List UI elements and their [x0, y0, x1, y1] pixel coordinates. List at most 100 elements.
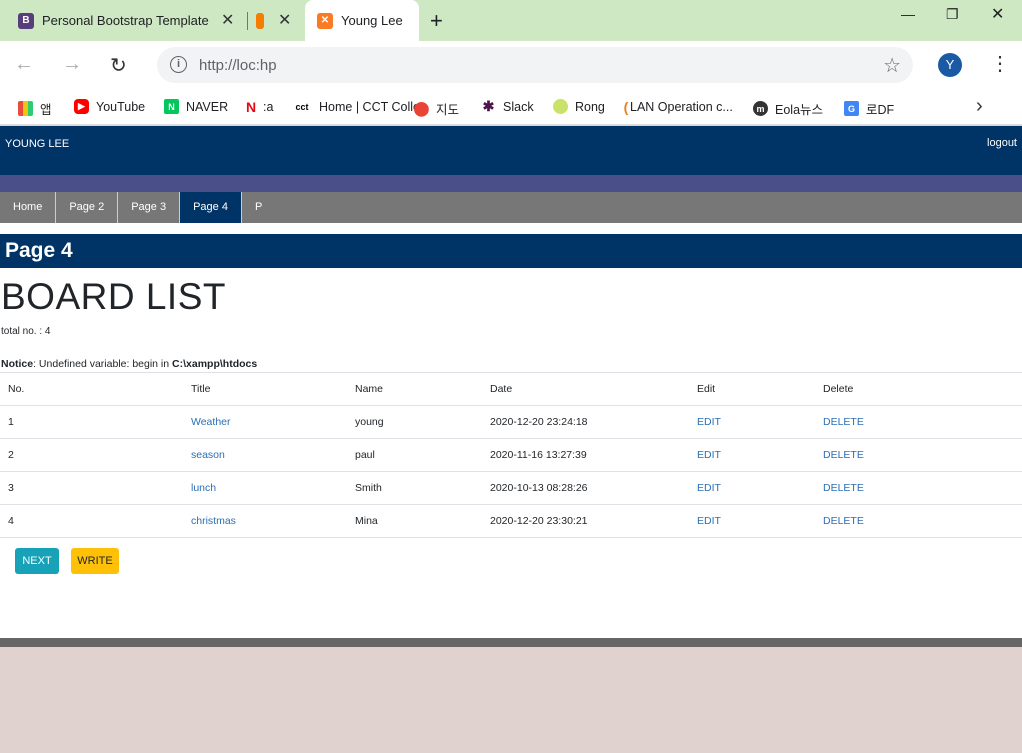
reload-icon[interactable]: ↻	[110, 53, 127, 78]
table-row: 4 christmas Mina 2020-12-20 23:30:21 EDI…	[0, 504, 1022, 538]
bookmark-maps[interactable]: ⬤ 지도	[414, 99, 459, 118]
bootstrap-icon: B	[18, 12, 34, 29]
edit-link[interactable]: EDIT	[697, 482, 721, 494]
author-name: Mina	[347, 504, 482, 538]
site-nav: Home Page 2 Page 3 Page 4 P	[0, 192, 1022, 223]
bookmarks-bar: 앱 ▶ YouTube N NAVER N :a cct Home | CCT …	[0, 89, 1022, 125]
bookmark-naver[interactable]: N NAVER	[164, 99, 228, 114]
bookmark-label: Home | CCT Colle.	[319, 99, 424, 114]
bookmark-star-icon[interactable]: ☆	[883, 53, 901, 78]
address-bar[interactable]: i http://loc:hp ☆	[157, 47, 913, 83]
notice-text: : Undefined variable: begin in	[33, 358, 173, 370]
tab-personal-bootstrap[interactable]: B Personal Bootstrap Template ✕	[18, 0, 240, 41]
tab-title: Personal Bootstrap Template	[42, 13, 209, 28]
nav-page-2[interactable]: Page 2	[56, 192, 119, 223]
new-tab-button[interactable]: +	[430, 8, 443, 34]
forward-icon[interactable]: →	[62, 53, 82, 76]
lan-icon: (	[623, 98, 629, 115]
column-header: Name	[347, 372, 482, 406]
post-title-link[interactable]: lunch	[191, 482, 216, 494]
apps-grid-icon	[18, 101, 33, 116]
table-row: 2 season paul 2020-11-16 13:27:39 EDIT D…	[0, 438, 1022, 472]
close-tab-icon[interactable]: ✕	[278, 10, 291, 30]
author-name: young	[347, 405, 482, 439]
php-notice: Notice: Undefined variable: begin in C:\…	[1, 358, 257, 370]
notice-path: C:\xampp\htdocs	[172, 358, 258, 370]
nav-page-4[interactable]: Page 4	[180, 192, 242, 223]
google-maps-icon: ⬤	[413, 100, 430, 116]
column-header: Edit	[689, 372, 815, 406]
table-row: 1 Weather young 2020-12-20 23:24:18 EDIT…	[0, 405, 1022, 439]
blogger-icon	[256, 12, 264, 29]
nav-page-3[interactable]: Page 3	[118, 192, 181, 223]
bookmark-apps[interactable]: 앱	[18, 99, 52, 118]
bookmark-youtube[interactable]: ▶ YouTube	[74, 99, 145, 114]
post-title-link[interactable]: christmas	[191, 515, 236, 527]
nav-more[interactable]: P	[242, 192, 275, 223]
delete-link[interactable]: DELETE	[823, 482, 864, 494]
post-date: 2020-12-20 23:30:21	[482, 504, 689, 538]
delete-link[interactable]: DELETE	[823, 449, 864, 461]
site-info-icon[interactable]: i	[170, 56, 187, 73]
back-icon[interactable]: ←	[14, 53, 34, 76]
post-date: 2020-11-16 13:27:39	[482, 438, 689, 472]
chevron-right-icon[interactable]: ›	[976, 95, 983, 118]
delete-link[interactable]: DELETE	[823, 416, 864, 428]
bookmark-label: NAVER	[186, 99, 229, 114]
url-text[interactable]: http://loc:hp	[199, 57, 277, 74]
profile-avatar[interactable]: Y	[938, 53, 962, 77]
column-header: Date	[482, 372, 689, 406]
bookmark-label: :a	[263, 99, 274, 114]
bookmark-translate[interactable]: G 로DF	[844, 99, 894, 118]
table-row: 3 lunch Smith 2020-10-13 08:28:26 EDIT D…	[0, 471, 1022, 505]
browser-toolbar: ← → ↻ i http://loc:hp ☆ Y ⋮	[0, 41, 1022, 89]
board-title: BOARD LIST	[1, 276, 226, 317]
naver-icon: N	[164, 99, 179, 114]
column-header: Title	[183, 372, 347, 406]
bookmark-netflix[interactable]: N :a	[245, 98, 274, 115]
row-number: 2	[0, 438, 183, 472]
author-name: Smith	[347, 471, 482, 505]
next-button[interactable]: NEXT	[15, 548, 59, 574]
notice-label: Notice	[1, 358, 34, 370]
cct-icon: cct	[295, 101, 309, 112]
edit-link[interactable]: EDIT	[697, 449, 721, 461]
delete-link[interactable]: DELETE	[823, 515, 864, 527]
eola-icon: m	[753, 101, 768, 116]
bookmark-slack[interactable]: ✱ Slack	[481, 98, 534, 114]
row-number: 1	[0, 405, 183, 439]
bookmark-cct[interactable]: cct Home | CCT Colle.	[292, 99, 423, 114]
bookmark-lan-operation[interactable]: ( LAN Operation c...	[622, 98, 733, 115]
restore-icon[interactable]: ❐	[946, 6, 959, 23]
bookmark-rong[interactable]: Rong	[553, 99, 605, 114]
bookmark-label: 앱	[40, 103, 52, 117]
tab-strip: B Personal Bootstrap Template ✕ ✕ ✕ Youn…	[0, 0, 1022, 41]
netflix-icon: N	[245, 98, 257, 115]
close-window-icon[interactable]: ✕	[991, 4, 1004, 24]
logout-link[interactable]: logout	[987, 137, 1017, 149]
bookmark-label: 로DF	[866, 103, 895, 117]
site-header: YOUNG LEE logout	[0, 126, 1022, 175]
tab-young-lee[interactable]: ✕ Young Lee	[305, 0, 419, 41]
tab-title: Young Lee	[341, 13, 403, 28]
bookmark-label: YouTube	[96, 99, 146, 114]
tab-blogger[interactable]: ✕	[256, 0, 302, 41]
post-date: 2020-10-13 08:28:26	[482, 471, 689, 505]
close-tab-icon[interactable]: ✕	[221, 10, 234, 30]
browser-menu-icon[interactable]: ⋮	[990, 51, 1010, 76]
minimize-icon[interactable]: —	[901, 6, 915, 22]
post-title-link[interactable]: Weather	[191, 416, 231, 428]
post-title-link[interactable]: season	[191, 449, 225, 461]
page-title: Page 4	[0, 234, 1022, 268]
edit-link[interactable]: EDIT	[697, 416, 721, 428]
nav-home[interactable]: Home	[0, 192, 57, 223]
tab-separator	[247, 12, 248, 30]
write-button[interactable]: WRITE	[71, 548, 119, 574]
youtube-icon: ▶	[74, 99, 89, 114]
web-page: YOUNG LEE logout Home Page 2 Page 3 Page…	[0, 126, 1022, 753]
bookmark-eola[interactable]: m Eola뉴스	[753, 99, 823, 118]
board-table: No. Title Name Date Edit Delete 1 Weathe…	[0, 372, 1022, 538]
site-brand[interactable]: YOUNG LEE	[5, 138, 69, 150]
bookmark-label: LAN Operation c...	[630, 99, 733, 114]
edit-link[interactable]: EDIT	[697, 515, 721, 527]
